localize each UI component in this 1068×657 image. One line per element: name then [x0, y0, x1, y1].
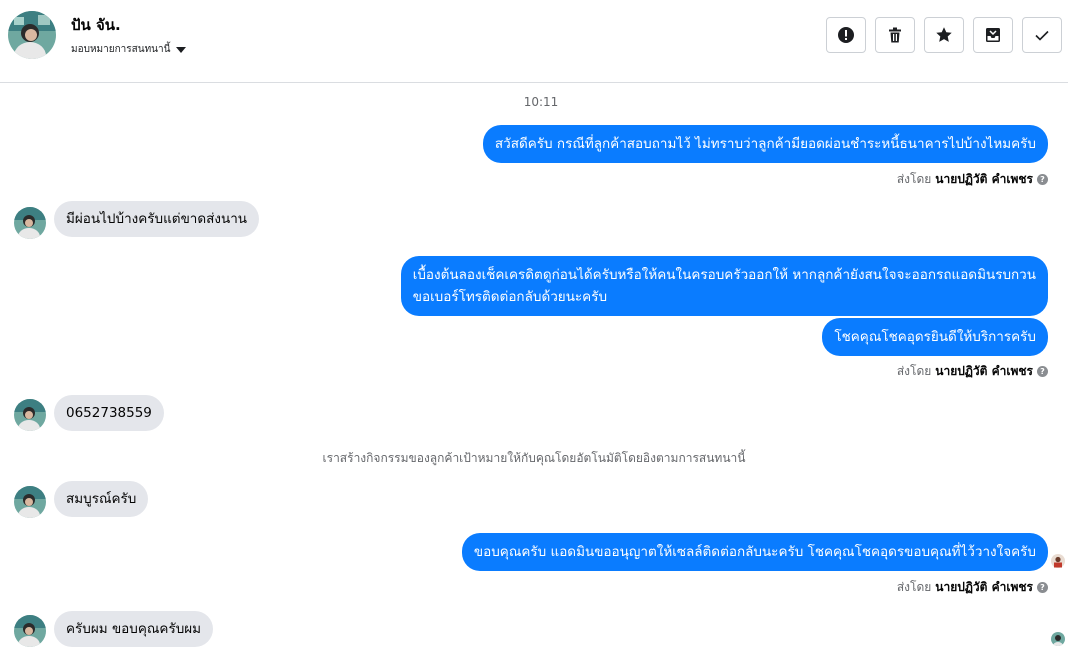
sent-by-prefix: ส่งโดย — [896, 580, 932, 594]
star-button[interactable] — [924, 17, 964, 53]
contact-avatar[interactable] — [8, 11, 56, 59]
inbox-icon — [986, 28, 1000, 42]
sent-by-label: ส่งโดย นายปฏิวัติ คำเพชร ? — [897, 170, 1048, 189]
incoming-message[interactable]: สมบูรณ์ครับ — [54, 481, 149, 517]
contact-avatar-small — [14, 399, 46, 431]
caret-down-icon — [176, 46, 187, 53]
sent-by-label: ส่งโดย นายปฏิวัติ คำเพชร ? — [897, 362, 1048, 381]
move-to-inbox-button[interactable] — [973, 17, 1013, 53]
sent-by-prefix: ส่งโดย — [896, 172, 932, 186]
check-icon — [1035, 30, 1049, 41]
outgoing-message[interactable]: ขอบคุณครับ แอดมินขออนุญาตให้เซลล์ติดต่อก… — [461, 533, 1048, 571]
incoming-message[interactable]: 0652738559 — [54, 395, 164, 431]
conversation-header: ปัน จัน. มอบหมายการสนทนานี้ — [0, 0, 1068, 83]
exclamation-circle-icon — [838, 27, 854, 43]
assign-conversation-dropdown[interactable]: มอบหมายการสนทนานี้ — [71, 42, 187, 57]
info-icon[interactable]: ? — [1037, 174, 1048, 185]
sent-by-label: ส่งโดย นายปฏิวัติ คำเพชร ? — [897, 578, 1048, 597]
outgoing-message[interactable]: สวัสดีครับ กรณีที่ลูกค้าสอบถามไว้ ไม่ทรา… — [482, 125, 1048, 163]
read-receipt-avatar — [1051, 553, 1065, 568]
trash-icon — [889, 27, 901, 43]
system-notice: เราสร้างกิจกรรมของลูกค้าเป้าหมายให้กับคุ… — [322, 451, 746, 465]
sender-name: นายปฏิวัติ คำเพชร — [935, 580, 1033, 594]
sender-name: นายปฏิวัติ คำเพชร — [935, 364, 1033, 378]
star-icon — [936, 27, 952, 42]
outgoing-message[interactable]: เบื้องต้นลองเช็คเครดิตดูก่อนได้ครับหรือใ… — [400, 256, 1048, 316]
mark-spam-button[interactable] — [826, 17, 866, 53]
mark-done-button[interactable] — [1022, 17, 1062, 53]
incoming-message[interactable]: มีผ่อนไปบ้างครับแต่ขาดส่งนาน — [54, 201, 260, 237]
chat-timestamp: 10:11 — [523, 95, 559, 109]
conversation-toolbar — [826, 17, 1062, 53]
contact-avatar-small — [14, 486, 46, 518]
info-icon[interactable]: ? — [1037, 366, 1048, 377]
incoming-message[interactable]: ครับผม ขอบคุณครับผม — [54, 611, 214, 647]
contact-name: ปัน จัน. — [71, 16, 121, 34]
message-line: ขอเบอร์โทรติดต่อกลับด้วยนะครับ — [412, 289, 608, 305]
message-line: เบื้องต้นลองเช็คเครดิตดูก่อนได้ครับหรือใ… — [412, 267, 1036, 283]
contact-avatar-small — [14, 615, 46, 647]
outgoing-message[interactable]: โชคคุณโชคอุดรยินดีให้บริการครับ — [822, 318, 1048, 356]
delete-button[interactable] — [875, 17, 915, 53]
contact-avatar-small — [14, 207, 46, 239]
contact-seen-avatar — [1051, 631, 1065, 646]
info-icon[interactable]: ? — [1037, 582, 1048, 593]
sent-by-prefix: ส่งโดย — [896, 364, 932, 378]
assign-label: มอบหมายการสนทนานี้ — [71, 44, 171, 55]
sender-name: นายปฏิวัติ คำเพชร — [935, 172, 1033, 186]
